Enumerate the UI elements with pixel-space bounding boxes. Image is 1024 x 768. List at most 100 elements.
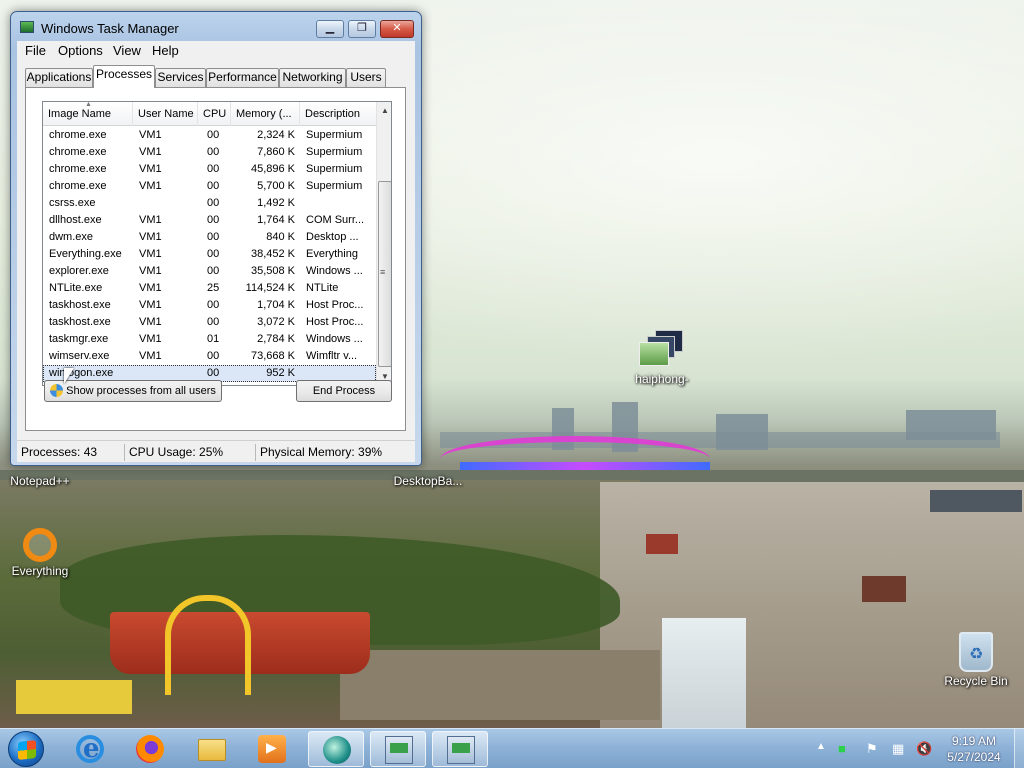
cell-description: Supermium (306, 129, 363, 141)
tab-services[interactable]: Services (155, 68, 206, 87)
cell-user: VM1 (139, 299, 162, 311)
cell-description: Host Proc... (306, 299, 364, 311)
uac-shield-icon (50, 384, 64, 397)
cell-description: Everything (306, 248, 358, 260)
table-row[interactable]: chrome.exe VM1 00 5,700 K Supermium (43, 178, 376, 195)
tab-networking[interactable]: Networking (279, 68, 346, 87)
cell-cpu: 00 (207, 299, 220, 311)
desktop-icon-haiphong[interactable]: haiphong- (622, 330, 702, 386)
desktop-icon-recycle-bin[interactable]: Recycle Bin (936, 632, 1016, 688)
taskbar-file-explorer[interactable] (184, 731, 240, 767)
green-app-tray-icon[interactable]: ■ (838, 741, 846, 756)
cell-cpu: 25 (207, 282, 220, 294)
column-image-name[interactable]: ▲ Image Name (43, 102, 133, 126)
table-row[interactable]: chrome.exe VM1 00 2,324 K Supermium (43, 127, 376, 144)
network-icon[interactable]: ▦ (892, 741, 904, 757)
cell-name: csrss.exe (49, 197, 96, 209)
tab-performance[interactable]: Performance (206, 68, 279, 87)
wallpaper-boat (646, 534, 678, 554)
cell-memory: 1,764 K (257, 214, 295, 226)
volume-muted-icon[interactable]: 🔇 (916, 741, 932, 757)
cell-description: COM Surr... (306, 214, 365, 226)
photo-folder-icon (639, 330, 685, 370)
cell-name: taskhost.exe (49, 299, 111, 311)
cell-user: VM1 (139, 163, 162, 175)
tab-processes[interactable]: Processes (93, 65, 155, 88)
cell-description: Supermium (306, 146, 363, 158)
column-memory[interactable]: Memory (... (231, 102, 300, 126)
wallpaper-white-ships (662, 618, 746, 728)
cell-cpu: 00 (207, 146, 220, 158)
table-row[interactable]: csrss.exe 00 1,492 K (43, 195, 376, 212)
internet-explorer-icon (76, 734, 104, 764)
cell-name: Everything.exe (49, 248, 122, 260)
column-cpu[interactable]: CPU (198, 102, 231, 126)
taskbar-media-player[interactable] (244, 731, 300, 767)
wallpaper-bridge-lights (460, 462, 710, 470)
table-row[interactable]: taskhost.exe VM1 00 3,072 K Host Proc... (43, 314, 376, 331)
maximize-button[interactable]: ❐ (348, 20, 376, 38)
cell-cpu: 00 (207, 197, 220, 209)
tab-users[interactable]: Users (346, 68, 386, 87)
process-list[interactable]: ▲ Image Name User Name CPU Memory (... D… (42, 101, 392, 386)
close-button[interactable]: ✕ (380, 20, 414, 38)
desktop-icon-desktopbackground[interactable]: DesktopBa... (388, 474, 468, 488)
column-description[interactable]: Description (300, 102, 376, 126)
taskbar-control-panel[interactable] (370, 731, 426, 767)
cell-user: VM1 (139, 248, 162, 260)
cell-name: chrome.exe (49, 129, 107, 141)
menu-view[interactable]: View (113, 43, 141, 58)
table-row[interactable]: dwm.exe VM1 00 840 K Desktop ... (43, 229, 376, 246)
table-row[interactable]: NTLite.exe VM1 25 114,524 K NTLite (43, 280, 376, 297)
table-row[interactable]: chrome.exe VM1 00 7,860 K Supermium (43, 144, 376, 161)
table-row[interactable]: taskmgr.exe VM1 01 2,784 K Windows ... (43, 331, 376, 348)
minimize-button[interactable]: ▁ (316, 20, 344, 38)
scroll-up-arrow-icon[interactable]: ▲ (377, 102, 391, 119)
taskbar-firefox[interactable] (122, 731, 178, 767)
table-row[interactable]: wimserv.exe VM1 00 73,668 K Wimfltr v... (43, 348, 376, 365)
table-row[interactable]: chrome.exe VM1 00 45,896 K Supermium (43, 161, 376, 178)
wallpaper-crane (165, 595, 251, 695)
table-row[interactable]: Everything.exe VM1 00 38,452 K Everything (43, 246, 376, 263)
desktop-icon-notepadpp[interactable]: Notepad++ (0, 474, 80, 488)
cell-name: taskhost.exe (49, 316, 111, 328)
cell-memory: 35,508 K (250, 265, 295, 277)
tab-applications[interactable]: Applications (25, 68, 93, 87)
cell-memory: 840 K (266, 231, 295, 243)
cell-user: VM1 (139, 214, 162, 226)
show-desktop-button[interactable] (1014, 729, 1024, 768)
table-row[interactable]: explorer.exe VM1 00 35,508 K Windows ... (43, 263, 376, 280)
vertical-scrollbar[interactable]: ▲ ≡ ▼ (376, 102, 391, 385)
cell-user (139, 195, 199, 212)
cell-user: VM1 (139, 180, 162, 192)
column-user-name[interactable]: User Name (133, 102, 198, 126)
windows-logo-icon (18, 740, 36, 760)
show-hidden-icons-chevron-icon[interactable]: ▲ (816, 741, 826, 752)
wallpaper-barge (930, 490, 1022, 512)
menu-file[interactable]: File (25, 43, 46, 58)
end-process-button[interactable]: End Process (296, 380, 392, 402)
desktop-icon-everything[interactable]: Everything (0, 528, 80, 578)
cell-memory: 2,324 K (257, 129, 295, 141)
scrollbar-grip-icon: ≡ (380, 267, 386, 277)
cell-user: VM1 (139, 265, 162, 277)
start-button[interactable] (8, 731, 44, 767)
wallpaper-yellow-building (16, 680, 132, 714)
cell-memory: 2,784 K (257, 333, 295, 345)
cell-memory: 5,700 K (257, 180, 295, 192)
taskbar-task-manager[interactable] (432, 731, 488, 767)
cell-user: VM1 (139, 333, 162, 345)
taskbar-disc-app[interactable] (308, 731, 364, 767)
menu-help[interactable]: Help (152, 43, 179, 58)
action-center-flag-icon[interactable]: ⚑ (866, 741, 878, 757)
cell-cpu: 01 (207, 333, 220, 345)
menu-options[interactable]: Options (58, 43, 103, 58)
cell-user: VM1 (139, 231, 162, 243)
taskbar-internet-explorer[interactable] (62, 731, 118, 767)
cell-user: VM1 (139, 146, 162, 158)
clock[interactable]: 9:19 AM 5/27/2024 (935, 733, 1013, 765)
title-bar[interactable]: Windows Task Manager ▁ ❐ ✕ (11, 12, 421, 42)
table-row[interactable]: taskhost.exe VM1 00 1,704 K Host Proc... (43, 297, 376, 314)
task-manager-window[interactable]: Windows Task Manager ▁ ❐ ✕ File Options … (10, 11, 422, 466)
table-row[interactable]: dllhost.exe VM1 00 1,764 K COM Surr... (43, 212, 376, 229)
